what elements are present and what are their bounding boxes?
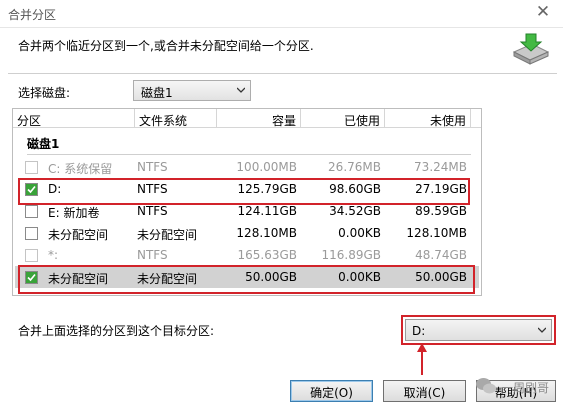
cell-free: 128.10MB xyxy=(406,226,467,240)
column-header-filler xyxy=(471,109,481,128)
column-header-used[interactable]: 已使用 xyxy=(301,109,385,128)
cell-used: 26.76MB xyxy=(328,160,381,174)
cell-capacity: 128.10MB xyxy=(236,226,297,240)
cell-name: *: xyxy=(48,248,59,262)
cell-capacity: 165.63GB xyxy=(237,248,297,262)
row-checkbox xyxy=(25,161,38,174)
cell-free: 73.24MB xyxy=(414,160,467,174)
highlight-box-d xyxy=(18,178,470,205)
cell-name: 未分配空间 xyxy=(48,228,109,242)
arrow-up-icon xyxy=(417,343,427,375)
cell-fs: NTFS xyxy=(137,204,168,218)
close-icon[interactable]: ✕ xyxy=(533,2,553,22)
cell-name: E: 新加卷 xyxy=(48,206,100,220)
title-bar: 合并分区 ✕ xyxy=(0,0,563,28)
disk-select-label: 选择磁盘: xyxy=(18,86,71,100)
table-row[interactable]: C: 系统保留 NTFS 100.00MB 26.76MB 73.24MB xyxy=(15,156,479,178)
cell-fs: NTFS xyxy=(137,160,168,174)
cell-used: 34.52GB xyxy=(329,204,381,218)
column-header-partition[interactable]: 分区 xyxy=(13,109,135,128)
watermark-text: 一周刷哥 xyxy=(501,381,550,395)
ok-button[interactable]: 确定(O) xyxy=(290,380,373,402)
column-header-free[interactable]: 未使用 xyxy=(385,109,471,128)
disk-select[interactable]: 磁盘1 xyxy=(133,80,251,101)
column-header-capacity[interactable]: 容量 xyxy=(217,109,301,128)
merge-target-label: 合并上面选择的分区到这个目标分区: xyxy=(18,324,215,338)
table-row[interactable]: 未分配空间 未分配空间 128.10MB 0.00KB 128.10MB xyxy=(15,222,479,244)
cell-used: 0.00KB xyxy=(338,226,381,240)
watermark: 一周刷哥 xyxy=(475,374,563,400)
wechat-icon xyxy=(476,378,496,394)
cell-free: 48.74GB xyxy=(415,248,467,262)
separator xyxy=(8,73,557,74)
chevron-down-icon xyxy=(237,87,245,93)
group-divider xyxy=(27,154,471,155)
highlight-box-target xyxy=(401,315,556,345)
cancel-button[interactable]: 取消(C) xyxy=(383,380,466,402)
cell-fs: 未分配空间 xyxy=(137,228,198,242)
cell-capacity: 124.11GB xyxy=(237,204,297,218)
window-title: 合并分区 xyxy=(8,8,57,22)
cell-name: C: 系统保留 xyxy=(48,162,113,176)
column-header-filesystem[interactable]: 文件系统 xyxy=(135,109,217,128)
cell-capacity: 100.00MB xyxy=(236,160,297,174)
cell-used: 116.89GB xyxy=(321,248,381,262)
cell-free: 89.59GB xyxy=(415,204,467,218)
highlight-box-unallocated xyxy=(18,265,475,294)
cell-fs: NTFS xyxy=(137,248,168,262)
row-checkbox[interactable] xyxy=(25,205,38,218)
disk-select-value: 磁盘1 xyxy=(141,86,173,100)
description-text: 合并两个临近分区到一个,或合并未分配空间给一个分区. xyxy=(18,39,314,53)
disk-group-label: 磁盘1 xyxy=(27,137,60,151)
row-checkbox[interactable] xyxy=(25,227,38,240)
table-row[interactable]: *: NTFS 165.63GB 116.89GB 48.74GB xyxy=(15,244,479,266)
disk-merge-icon xyxy=(512,33,550,65)
row-checkbox xyxy=(25,249,38,262)
